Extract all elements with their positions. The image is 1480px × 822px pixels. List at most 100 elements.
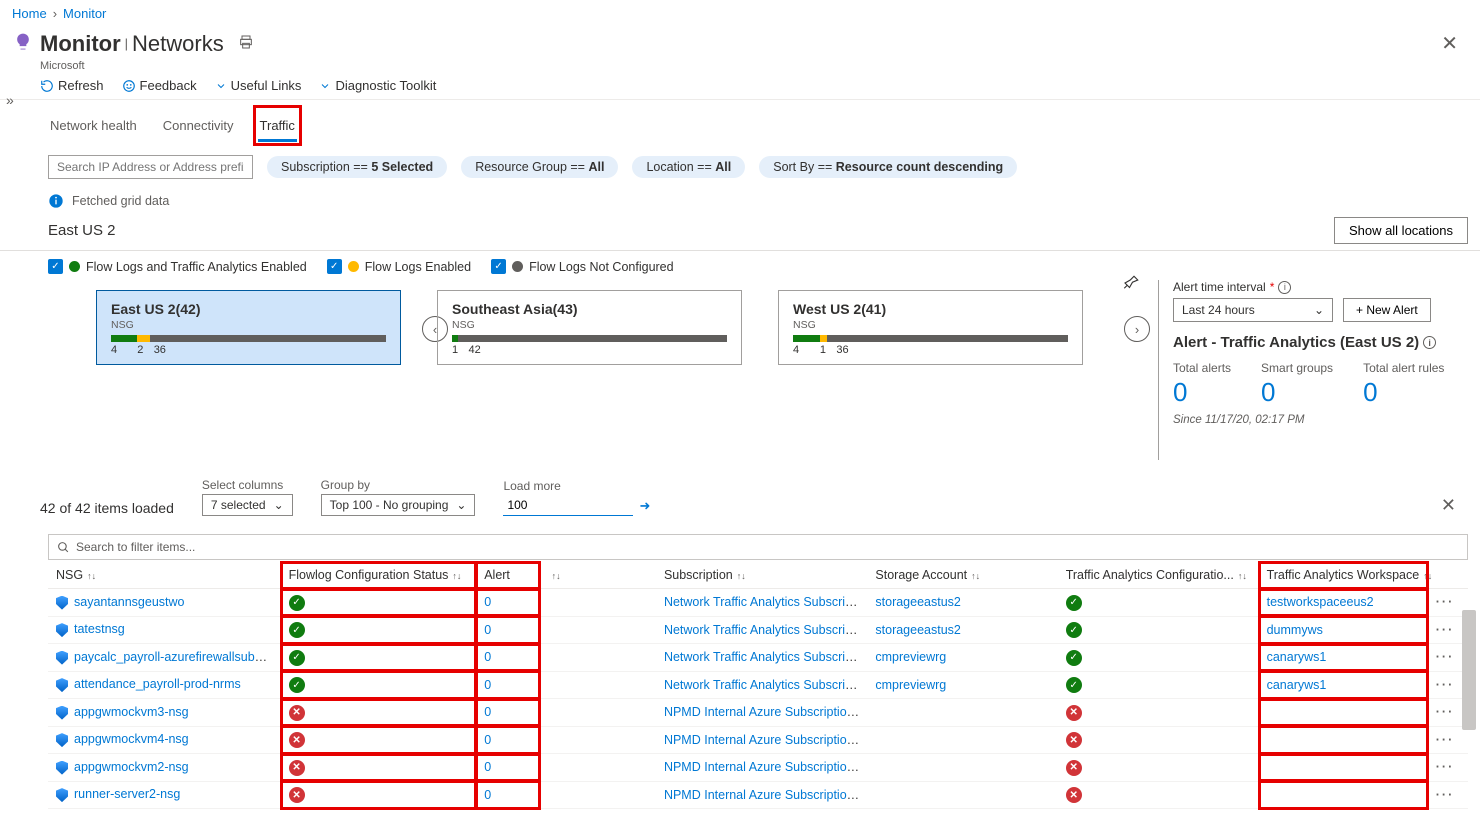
alert-link[interactable]: 0	[484, 760, 491, 774]
crumb-home[interactable]: Home	[12, 6, 47, 21]
nsg-link[interactable]: paycalc_payroll-azurefirewallsubnet-arr	[74, 650, 281, 664]
row-actions-button[interactable]: ···	[1436, 733, 1455, 747]
next-card-button[interactable]: ›	[1124, 316, 1150, 342]
chevron-down-icon	[319, 80, 331, 92]
table-row[interactable]: paycalc_payroll-azurefirewallsubnet-arr …	[48, 644, 1468, 672]
table-row[interactable]: runner-server2-nsg ✕ 0 NPMD Internal Azu…	[48, 781, 1468, 809]
workspace-link[interactable]: canaryws1	[1267, 678, 1327, 692]
storage-link[interactable]: storageeastus2	[875, 595, 960, 609]
storage-link[interactable]: storageeastus2	[875, 623, 960, 637]
storage-link[interactable]: cmpreviewrg	[875, 650, 946, 664]
workspace-link[interactable]: dummyws	[1267, 623, 1323, 637]
scrollbar[interactable]	[1462, 610, 1476, 730]
grid-close-icon[interactable]: ✕	[1429, 495, 1468, 516]
group-by-dropdown[interactable]: Top 100 - No grouping⌄	[321, 494, 476, 516]
alert-link[interactable]: 0	[484, 705, 491, 719]
subscription-link[interactable]: Network Traffic Analytics Subscription 3	[664, 623, 867, 637]
grid-filter-input[interactable]: Search to filter items...	[48, 534, 1468, 560]
row-actions-button[interactable]: ···	[1436, 760, 1455, 774]
nsg-link[interactable]: appgwmockvm2-nsg	[74, 760, 189, 774]
alert-link[interactable]: 0	[484, 788, 491, 802]
select-columns-dropdown[interactable]: 7 selected⌄	[202, 494, 293, 516]
location-card[interactable]: East US 2(42) NSG 4236	[96, 290, 401, 365]
nsg-link[interactable]: appgwmockvm4-nsg	[74, 732, 189, 746]
crumb-monitor[interactable]: Monitor	[63, 6, 106, 21]
load-more-input[interactable]	[503, 495, 633, 516]
col-ta-config[interactable]: Traffic Analytics Configuratio...↑↓	[1058, 562, 1259, 589]
smart-groups-value[interactable]: 0	[1261, 377, 1333, 408]
checkbox-enabled[interactable]: ✓	[48, 259, 63, 274]
col-ta-workspace[interactable]: Traffic Analytics Workspace↑↓	[1259, 562, 1428, 589]
col-alert[interactable]: Alert	[476, 562, 539, 589]
show-all-locations-button[interactable]: Show all locations	[1334, 217, 1468, 244]
table-row[interactable]: appgwmockvm4-nsg ✕ 0 NPMD Internal Azure…	[48, 726, 1468, 754]
chevron-down-icon: ⌄	[456, 498, 466, 512]
info-icon[interactable]: i	[1278, 281, 1291, 294]
nsg-link[interactable]: attendance_payroll-prod-nrms	[74, 677, 241, 691]
filter-location[interactable]: Location == All	[632, 156, 745, 178]
col-flowlog[interactable]: Flowlog Configuration Status↑↓	[281, 562, 477, 589]
subscription-link[interactable]: NPMD Internal Azure Subscription 1	[664, 733, 864, 747]
table-row[interactable]: appgwmockvm2-nsg ✕ 0 NPMD Internal Azure…	[48, 754, 1468, 782]
alert-interval-dropdown[interactable]: Last 24 hours⌄	[1173, 298, 1333, 322]
alert-link[interactable]: 0	[484, 623, 491, 637]
info-icon[interactable]: i	[1423, 336, 1436, 349]
workspace-link[interactable]: canaryws1	[1267, 650, 1327, 664]
checkbox-notconfig[interactable]: ✓	[491, 259, 506, 274]
nsg-icon	[56, 761, 68, 775]
col-storage[interactable]: Storage Account↑↓	[867, 562, 1057, 589]
row-actions-button[interactable]: ···	[1436, 623, 1455, 637]
row-actions-button[interactable]: ···	[1436, 650, 1455, 664]
close-icon[interactable]: ✕	[1431, 27, 1468, 60]
print-icon[interactable]	[238, 34, 254, 53]
workspace-link[interactable]: testworkspaceeus2	[1267, 595, 1374, 609]
alert-link[interactable]: 0	[484, 733, 491, 747]
diagnostic-toolkit-button[interactable]: Diagnostic Toolkit	[319, 78, 436, 93]
nsg-link[interactable]: sayantannsgeustwo	[74, 595, 185, 609]
filter-subscription[interactable]: Subscription == 5 Selected	[267, 156, 447, 178]
tab-traffic[interactable]: Traffic	[258, 110, 297, 141]
subscription-link[interactable]: Network Traffic Analytics Subscription 3	[664, 678, 867, 692]
total-alerts-value[interactable]: 0	[1173, 377, 1231, 408]
table-row[interactable]: attendance_payroll-prod-nrms ✓ 0 Network…	[48, 671, 1468, 699]
subscription-link[interactable]: NPMD Internal Azure Subscription 1	[664, 760, 864, 774]
col-subscription[interactable]: Subscription↑↓	[656, 562, 867, 589]
row-actions-button[interactable]: ···	[1436, 705, 1455, 719]
search-ip-input[interactable]	[48, 155, 253, 179]
expand-toggle-icon[interactable]: »	[6, 92, 14, 108]
alert-link[interactable]: 0	[484, 595, 491, 609]
total-rules-value[interactable]: 0	[1363, 377, 1444, 408]
table-row[interactable]: tatestnsg ✓ 0 Network Traffic Analytics …	[48, 616, 1468, 644]
useful-links-button[interactable]: Useful Links	[215, 78, 302, 93]
location-card[interactable]: West US 2(41) NSG 4136	[778, 290, 1083, 365]
table-row[interactable]: sayantannsgeustwo ✓ 0 Network Traffic An…	[48, 589, 1468, 617]
filter-resource-group[interactable]: Resource Group == All	[461, 156, 618, 178]
subscription-link[interactable]: NPMD Internal Azure Subscription 1	[664, 705, 864, 719]
filter-sortby[interactable]: Sort By == Resource count descending	[759, 156, 1017, 178]
row-actions-button[interactable]: ···	[1436, 595, 1455, 609]
new-alert-button[interactable]: + New Alert	[1343, 298, 1431, 322]
nsg-link[interactable]: appgwmockvm3-nsg	[74, 705, 189, 719]
checkbox-flowlogs[interactable]: ✓	[327, 259, 342, 274]
row-actions-button[interactable]: ···	[1436, 678, 1455, 692]
row-actions-button[interactable]: ···	[1436, 788, 1455, 802]
subscription-link[interactable]: Network Traffic Analytics Subscription 3	[664, 650, 867, 664]
alert-link[interactable]: 0	[484, 678, 491, 692]
alert-link[interactable]: 0	[484, 650, 491, 664]
nsg-link[interactable]: tatestnsg	[74, 622, 125, 636]
subscription-link[interactable]: Network Traffic Analytics Subscription 3	[664, 595, 867, 609]
col-nsg[interactable]: NSG↑↓	[48, 562, 281, 589]
feedback-button[interactable]: Feedback	[122, 78, 197, 93]
tab-connectivity[interactable]: Connectivity	[161, 110, 236, 141]
load-more-go-icon[interactable]: ➜	[639, 498, 650, 514]
storage-link[interactable]: cmpreviewrg	[875, 678, 946, 692]
location-card[interactable]: Southeast Asia(43) NSG 142	[437, 290, 742, 365]
refresh-button[interactable]: Refresh	[40, 78, 104, 93]
tab-network-health[interactable]: Network health	[48, 110, 139, 141]
x-icon: ✕	[1066, 787, 1082, 803]
total-rules-label: Total alert rules	[1363, 361, 1444, 375]
subscription-link[interactable]: NPMD Internal Azure Subscription 1	[664, 788, 864, 802]
card-title: Southeast Asia(43)	[452, 301, 727, 317]
table-row[interactable]: appgwmockvm3-nsg ✕ 0 NPMD Internal Azure…	[48, 699, 1468, 727]
nsg-link[interactable]: runner-server2-nsg	[74, 787, 180, 801]
